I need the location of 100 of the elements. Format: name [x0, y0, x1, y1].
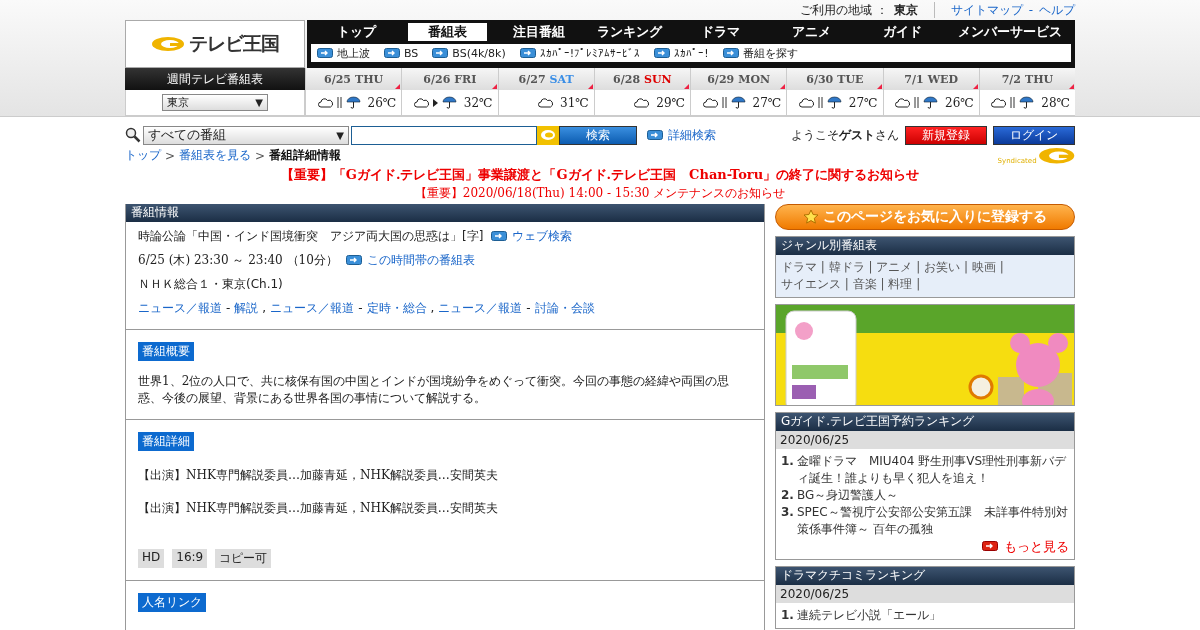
- temperature: 28℃: [1041, 95, 1070, 110]
- day-link[interactable]: 6/28 SUN: [594, 68, 690, 90]
- dropdown-icon: ▼: [336, 129, 344, 141]
- link-separator: |: [998, 259, 1004, 274]
- section-text: 【出演】NHK専門解説委員…加藤青延，NHK解説委員…安間英夫: [138, 499, 499, 517]
- register-button[interactable]: 新規登録: [905, 125, 987, 145]
- category-select[interactable]: すべての番組 ▼: [143, 125, 349, 145]
- nav-tab[interactable]: ドラマ: [681, 23, 761, 41]
- area-select[interactable]: 東京 ▼: [162, 94, 268, 111]
- genre-link[interactable]: ドラマ: [781, 259, 817, 274]
- search-button[interactable]: 検索: [559, 125, 637, 145]
- day-link[interactable]: 7/1 WED: [883, 68, 979, 90]
- broadcast-time: 6/25 (木) 23:30 ～ 23:40 （10分）: [138, 251, 338, 269]
- notice-link[interactable]: 【重要】2020/06/18(Thu) 14:00 - 15:30 メンテナンスのお知らせ: [125, 184, 1075, 202]
- g-logo-icon: [537, 125, 559, 145]
- notice-link[interactable]: 【重要】「Gガイド.テレビ王国」事業譲渡と「Gガイド.テレビ王国 Chan-Toru」の終了に関するお知らせ: [125, 165, 1075, 184]
- link-separator: |: [879, 276, 886, 291]
- welcome-text: ようこそゲストさん: [791, 126, 899, 144]
- box-title: Gガイド.テレビ王国予約ランキング: [776, 412, 1074, 431]
- nav-tab[interactable]: ランキング: [590, 23, 670, 41]
- genre-link[interactable]: 討論・会談: [534, 299, 595, 317]
- subnav-link[interactable]: 地上波: [317, 45, 370, 61]
- day-link[interactable]: 7/2 THU: [979, 68, 1075, 90]
- temperature: 26℃: [367, 95, 397, 110]
- temperature: 32℃: [463, 95, 493, 110]
- genre-link[interactable]: 音楽: [852, 276, 877, 291]
- breadcrumb-separator: >: [255, 148, 266, 163]
- genre-separator: -: [358, 301, 363, 316]
- breadcrumb-link[interactable]: 番組詳細情報: [269, 147, 342, 165]
- genre-link[interactable]: 定時・総合: [366, 299, 427, 317]
- ranking-link[interactable]: 連続テレビ小説「エール」: [796, 606, 941, 624]
- more-link[interactable]: もっと見る: [781, 537, 1069, 555]
- nav-tab[interactable]: メンバーサービス: [954, 23, 1065, 41]
- day-link[interactable]: 6/30 TUE: [787, 68, 883, 90]
- day-link[interactable]: 6/26 FRI: [402, 68, 498, 90]
- temperature: 27℃: [848, 95, 878, 110]
- rank-number: 2.: [781, 486, 794, 504]
- genre-link[interactable]: 韓ドラ: [828, 259, 865, 274]
- box-title: ジャンル別番組表: [776, 236, 1074, 255]
- link-separator: |: [915, 276, 921, 291]
- format-tag: コピー可: [215, 548, 272, 568]
- day-link[interactable]: 6/27 SAT: [498, 68, 594, 90]
- rank-number: 3.: [781, 503, 794, 521]
- program-title: 時論公論「中国・インド国境衝突 アジア両大国の思惑は」[字]: [138, 227, 484, 245]
- genre-link[interactable]: 映画: [971, 259, 996, 274]
- subnav-link[interactable]: ｽｶﾊﾟｰ!ﾌﾟﾚﾐｱﾑｻｰﾋﾞｽ: [519, 46, 641, 60]
- login-button[interactable]: ログイン: [993, 125, 1075, 145]
- timetable-link[interactable]: この時間帯の番組表: [345, 251, 475, 269]
- logo-text: テレビ王国: [189, 31, 279, 56]
- subnav-link[interactable]: BS(4k/8k): [432, 46, 506, 60]
- link-separator: |: [819, 259, 826, 274]
- link-separator: -: [1028, 3, 1033, 17]
- star-icon: [803, 208, 819, 225]
- genre-link[interactable]: ニュース／報道: [138, 299, 222, 317]
- weekly-title: 週間テレビ番組表: [125, 68, 305, 90]
- breadcrumb-link[interactable]: 番組表を見る: [179, 147, 252, 165]
- nav-tab[interactable]: アニメ: [772, 23, 852, 41]
- channel-name: ＮＨＫ総合１・東京(Ch.1): [138, 275, 284, 293]
- web-search-link[interactable]: ウェブ検索: [491, 227, 573, 245]
- subnav-link[interactable]: ｽｶﾊﾟｰ!: [654, 46, 709, 60]
- genre-link[interactable]: ニュース／報道: [438, 299, 523, 317]
- nav-tab[interactable]: 番組表: [408, 23, 488, 41]
- site-logo[interactable]: テレビ王国: [125, 20, 305, 68]
- section-text: 【出演】NHK専門解説委員…加藤青延，NHK解説委員…安間英夫: [138, 466, 499, 484]
- breadcrumb-link[interactable]: トップ: [125, 147, 161, 165]
- day-link[interactable]: 6/29 MON: [691, 68, 787, 90]
- day-link[interactable]: 6/25 THU: [306, 68, 402, 90]
- link-separator: |: [843, 276, 850, 291]
- nav-tab[interactable]: 注目番組: [499, 23, 579, 41]
- nav-tab[interactable]: トップ: [317, 23, 396, 41]
- box-title: ドラマクチコミランキング: [776, 566, 1074, 585]
- panel-title: 番組情報: [126, 203, 764, 222]
- advanced-search-link[interactable]: 詳細検索: [647, 126, 716, 144]
- ranking-link[interactable]: 金曜ドラマ MIU404 野生刑事VS理性刑事新バディ誕生！誰よりも早く犯人を追え！: [796, 452, 1069, 487]
- temperature: 31℃: [560, 95, 589, 110]
- region-name: 東京: [893, 1, 918, 19]
- genre-separator: ,: [430, 301, 435, 316]
- breadcrumb-separator: >: [165, 148, 176, 163]
- g-logo-icon: [1037, 147, 1075, 165]
- temperature: 26℃: [945, 95, 974, 110]
- ranking-link[interactable]: BG～身辺警護人～: [796, 486, 899, 504]
- genre-link[interactable]: サイエンス: [781, 276, 841, 291]
- format-tag: 16:9: [172, 548, 208, 568]
- genre-separator: -: [526, 301, 531, 316]
- subnav-link[interactable]: 番組を探す: [722, 45, 798, 61]
- genre-link[interactable]: お笑い: [924, 259, 961, 274]
- section-text: 世界1、2位の人口で、共に核保有国の中国とインドが国境紛争をめぐって衝突。今回の事態の経緯や両国の思惑、今後の展望、背景にある世界各国の事情について解説する。: [138, 372, 731, 407]
- section-heading: 番組詳細: [138, 431, 194, 451]
- header-link[interactable]: ヘルプ: [1039, 1, 1075, 19]
- genre-link[interactable]: 料理: [888, 276, 913, 291]
- ranking-link[interactable]: SPEC～警視庁公安部公安第五課 未詳事件特別対策係事件簿～ 百年の孤独: [796, 503, 1069, 538]
- search-field[interactable]: [351, 125, 537, 145]
- search-icon: [125, 127, 141, 143]
- subnav-link[interactable]: BS: [384, 46, 419, 60]
- genre-link[interactable]: ニュース／報道: [270, 299, 355, 317]
- header-link[interactable]: サイトマップ: [950, 1, 1023, 19]
- genre-link[interactable]: アニメ: [876, 259, 913, 274]
- nav-tab[interactable]: ガイド: [863, 23, 943, 41]
- genre-link[interactable]: 解説: [234, 299, 259, 317]
- link-separator: |: [867, 259, 874, 274]
